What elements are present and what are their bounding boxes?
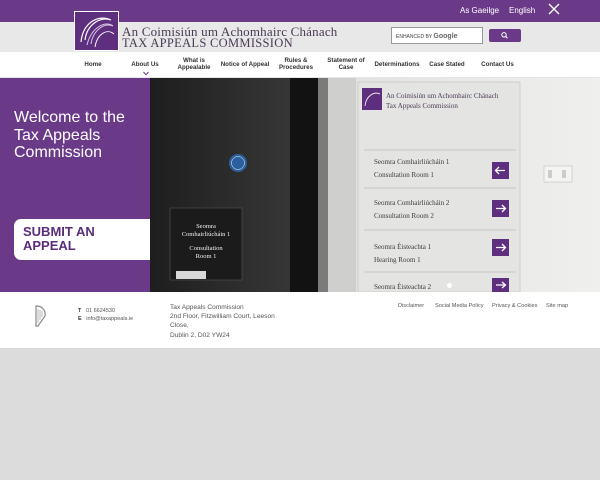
wall-sign-header1: An Coimisiún um Achomhairc Chánach	[386, 92, 499, 100]
footer-link-disclaimer[interactable]: Disclaimer	[398, 303, 424, 309]
phone-label: T	[78, 308, 82, 314]
wall-sign-row2-ga: Seomra Comhairliúcháin 2	[374, 199, 450, 207]
nav-item-determinations[interactable]: Determinations	[370, 52, 424, 78]
email-link[interactable]: info@taxappeals.ie	[86, 316, 133, 322]
wall-sign-header2: Tax Appeals Commission	[386, 102, 458, 110]
wall-sign-row3-en: Hearing Room 1	[374, 256, 421, 264]
wall-sign-row1-en: Consultation Room 1	[374, 171, 434, 179]
site-footer: T 01 6624530 E info@taxappeals.ie Tax Ap…	[0, 292, 600, 349]
door-sign-line3: Consultation	[189, 245, 223, 252]
nav-item-what-is-appealable[interactable]: What is Appealable	[172, 52, 216, 78]
harp-icon	[35, 305, 46, 327]
search-button[interactable]	[489, 29, 521, 42]
carousel-dot[interactable]	[447, 283, 452, 288]
door-sign-line4: Room 1	[196, 253, 217, 260]
nav-item-notice-of-appeal[interactable]: Notice of Appeal	[217, 52, 273, 78]
footer-link-privacy-cookies[interactable]: Privacy & Cookies	[492, 303, 537, 309]
logo-text-english: TAX APPEALS COMMISSION	[122, 36, 293, 50]
wall-sign-row1-ga: Seomra Comhairliúcháin 1	[374, 158, 450, 166]
search-input[interactable]: ENHANCED BY Google	[391, 27, 483, 44]
nav-item-rules-procedures[interactable]: Rules & Procedures	[274, 52, 318, 78]
address-line2: 2nd Floor, Fitzwilliam Court, Leeson Clo…	[170, 313, 275, 330]
main-nav: Home About Us What is Appealable Notice …	[0, 52, 600, 78]
footer-link-social-media-policy[interactable]: Social Media Policy	[435, 303, 484, 309]
lang-english-link[interactable]: English	[509, 6, 535, 15]
tac-logo-icon[interactable]	[74, 11, 119, 51]
wall-sign-row3-ga: Seomra Éisteachta 1	[374, 243, 432, 251]
hero-panel: Welcome to the Tax Appeals Commission SU…	[0, 78, 150, 292]
footer-address: Tax Appeals Commission 2nd Floor, Fitzwi…	[170, 303, 285, 340]
submit-appeal-button[interactable]: SUBMIT AN APPEAL	[14, 219, 150, 260]
address-line3: Dublin 2, D02 YW24	[170, 331, 230, 339]
footer-link-site-map[interactable]: Site map	[546, 303, 568, 309]
chevron-down-icon[interactable]	[143, 71, 149, 76]
hero-banner: Welcome to the Tax Appeals Commission SU…	[0, 78, 600, 292]
phone-number[interactable]: 01 6624530	[86, 308, 115, 314]
hero-photo: Seomra Comhairliúcháin 1 Consultation Ro…	[150, 78, 600, 292]
door-sign-line2: Comhairliúcháin 1	[182, 231, 231, 238]
nav-item-statement-of-case[interactable]: Statement of Case	[322, 52, 370, 78]
hero-title: Welcome to the Tax Appeals Commission	[14, 109, 125, 162]
search-brand: Google	[433, 33, 458, 40]
wall-sign-row4-ga: Seomra Éisteachta 2	[374, 283, 432, 291]
wall-sign-row2-en: Consultation Room 2	[374, 212, 434, 220]
nav-item-contact-us[interactable]: Contact Us	[475, 52, 520, 78]
search-prefix: ENHANCED BY	[396, 34, 433, 40]
nav-item-home[interactable]: Home	[74, 52, 112, 78]
search-icon	[501, 32, 508, 39]
door-sign-line1: Seomra	[196, 223, 216, 230]
x-icon[interactable]	[548, 3, 560, 15]
address-line1: Tax Appeals Commission	[170, 304, 244, 311]
nav-item-case-stated[interactable]: Case Stated	[425, 52, 469, 78]
email-label: E	[78, 316, 82, 322]
lang-irish-link[interactable]: As Gaeilge	[460, 6, 499, 15]
